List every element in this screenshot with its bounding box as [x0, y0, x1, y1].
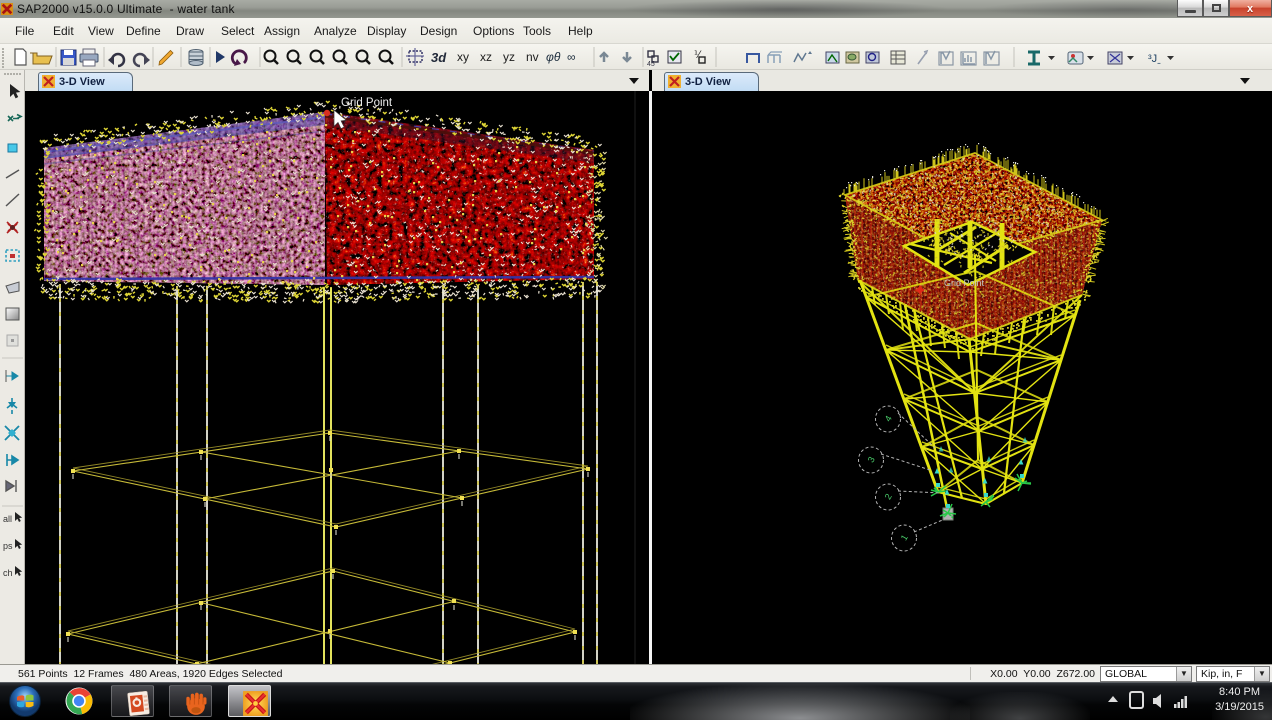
- svg-text:45: 45: [647, 61, 655, 68]
- svg-text:∞: ∞: [567, 50, 576, 64]
- svg-text:Grid Point: Grid Point: [341, 97, 393, 109]
- svg-text:⅟: ⅟: [694, 50, 702, 61]
- svg-text:2: 2: [883, 492, 894, 501]
- svg-text:3: 3: [866, 455, 877, 464]
- svg-text:all: all: [3, 514, 12, 524]
- svg-text:xy: xy: [457, 50, 469, 64]
- svg-text:4: 4: [883, 414, 894, 423]
- svg-text:φθ: φθ: [546, 50, 561, 64]
- svg-text:³Jˍ: ³Jˍ: [1148, 53, 1161, 65]
- svg-text:nv: nv: [526, 50, 539, 64]
- svg-text:ch: ch: [3, 568, 13, 578]
- svg-text:1: 1: [899, 533, 910, 542]
- svg-text:ps: ps: [3, 541, 13, 551]
- svg-text:yz: yz: [503, 50, 515, 64]
- svg-text:3d: 3d: [431, 50, 447, 65]
- svg-text:Grid Point: Grid Point: [944, 278, 985, 288]
- svg-text:xz: xz: [480, 50, 492, 64]
